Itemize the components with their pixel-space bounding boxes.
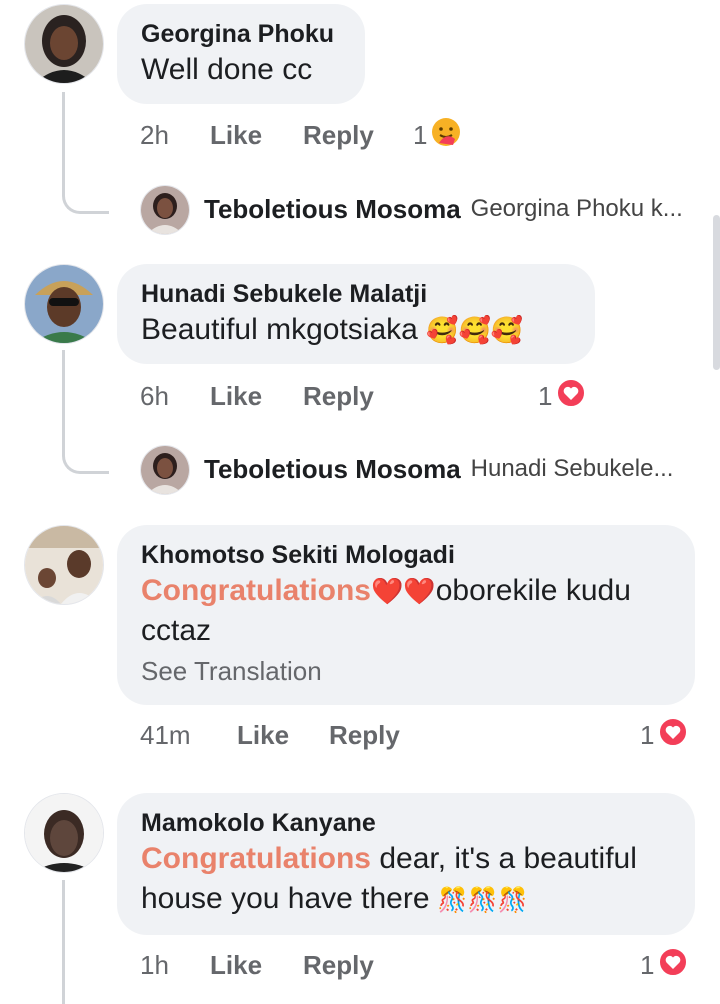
comment-text-line2: cctaz bbox=[141, 614, 212, 647]
comment-text-line2: house you have there bbox=[141, 882, 430, 915]
like-button[interactable]: Like bbox=[210, 947, 262, 983]
reply-preview-text: Hunadi Sebukele... bbox=[470, 455, 674, 482]
thread-line bbox=[62, 92, 65, 185]
reply-author[interactable]: Teboletious Mosoma bbox=[204, 454, 461, 485]
reaction-count: 1 bbox=[413, 119, 428, 150]
reply-preview-text: Georgina Phoku k... bbox=[470, 195, 683, 222]
avatar[interactable] bbox=[24, 4, 104, 84]
reply-preview[interactable]: Teboletious Mosoma Georgina Phoku k... bbox=[140, 185, 683, 235]
comment-time[interactable]: 2h bbox=[140, 117, 169, 153]
care-hug-icon bbox=[431, 117, 461, 154]
comment-text: Beautiful mkgotsiaka 🥰🥰🥰 bbox=[141, 310, 571, 350]
comment-bubble[interactable]: Khomotso Sekiti Mologadi Congratulations… bbox=[117, 525, 695, 705]
thread-curve bbox=[62, 185, 109, 214]
comment-text: Congratulations dear, it's a beautiful h… bbox=[141, 839, 671, 921]
reaction-count: 1 bbox=[640, 949, 655, 980]
comment-text-line1: oborekile kudu bbox=[435, 574, 631, 607]
reply-button[interactable]: Reply bbox=[303, 117, 374, 153]
like-button[interactable]: Like bbox=[210, 117, 262, 153]
reaction-summary[interactable]: 1 bbox=[640, 716, 689, 754]
comment-time[interactable]: 1h bbox=[140, 947, 169, 983]
highlight-word[interactable]: Congratulations bbox=[141, 842, 371, 875]
comment-text: Well done cc bbox=[141, 53, 313, 86]
comment-actions: 2h Like Reply bbox=[140, 117, 540, 153]
avatar[interactable] bbox=[140, 445, 190, 495]
commenter-name[interactable]: Hunadi Sebukele Malatji bbox=[141, 278, 571, 310]
comment-text: Congratulations❤️❤️oborekile kudu cctaz bbox=[141, 571, 671, 651]
thread-line bbox=[62, 350, 65, 445]
love-reaction-icon bbox=[658, 716, 689, 754]
comment-text-line1: dear, it's a beautiful bbox=[371, 842, 637, 875]
highlight-word[interactable]: Congratulations bbox=[141, 574, 371, 607]
comment-time[interactable]: 41m bbox=[140, 717, 191, 753]
reaction-summary[interactable]: 1 bbox=[640, 946, 689, 984]
reaction-count: 1 bbox=[538, 380, 553, 411]
like-button[interactable]: Like bbox=[237, 717, 289, 753]
scrollbar[interactable] bbox=[713, 215, 720, 370]
confetti-emoji: 🎊🎊🎊 bbox=[437, 887, 528, 914]
smiling-hearts-emoji: 🥰🥰🥰 bbox=[426, 315, 524, 345]
comment-actions: 41m Like Reply bbox=[140, 717, 540, 753]
reply-button[interactable]: Reply bbox=[303, 947, 374, 983]
commenter-name[interactable]: Mamokolo Kanyane bbox=[141, 807, 671, 839]
commenter-name[interactable]: Georgina Phoku bbox=[141, 18, 341, 50]
comment-actions: 6h Like Reply bbox=[140, 378, 540, 414]
comment-bubble[interactable]: Georgina Phoku Well done cc bbox=[117, 4, 365, 104]
see-translation-link[interactable]: See Translation bbox=[141, 653, 671, 689]
comment-bubble[interactable]: Hunadi Sebukele Malatji Beautiful mkgots… bbox=[117, 264, 595, 364]
reaction-count: 1 bbox=[640, 719, 655, 750]
love-reaction-icon bbox=[658, 946, 689, 984]
reaction-summary[interactable]: 1 bbox=[413, 117, 461, 153]
reply-button[interactable]: Reply bbox=[303, 378, 374, 414]
comment-time[interactable]: 6h bbox=[140, 378, 169, 414]
reply-author[interactable]: Teboletious Mosoma bbox=[204, 194, 461, 225]
avatar[interactable] bbox=[24, 793, 104, 873]
reply-button[interactable]: Reply bbox=[329, 717, 400, 753]
thread-curve bbox=[62, 445, 109, 474]
avatar[interactable] bbox=[140, 185, 190, 235]
avatar[interactable] bbox=[24, 264, 104, 344]
thread-line bbox=[62, 880, 65, 1004]
comments-page: Georgina Phoku Well done cc 2h Like Repl… bbox=[0, 0, 720, 1004]
comment-text-body: Beautiful mkgotsiaka bbox=[141, 313, 418, 346]
reply-preview[interactable]: Teboletious Mosoma Hunadi Sebukele... bbox=[140, 445, 674, 495]
comment-bubble[interactable]: Mamokolo Kanyane Congratulations dear, i… bbox=[117, 793, 695, 935]
reaction-summary[interactable]: 1 bbox=[538, 377, 587, 415]
like-button[interactable]: Like bbox=[210, 378, 262, 414]
comment-actions: 1h Like Reply bbox=[140, 947, 540, 983]
love-reaction-icon bbox=[556, 377, 587, 415]
avatar[interactable] bbox=[24, 525, 104, 605]
commenter-name[interactable]: Khomotso Sekiti Mologadi bbox=[141, 539, 671, 571]
red-hearts-emoji: ❤️❤️ bbox=[371, 576, 436, 606]
